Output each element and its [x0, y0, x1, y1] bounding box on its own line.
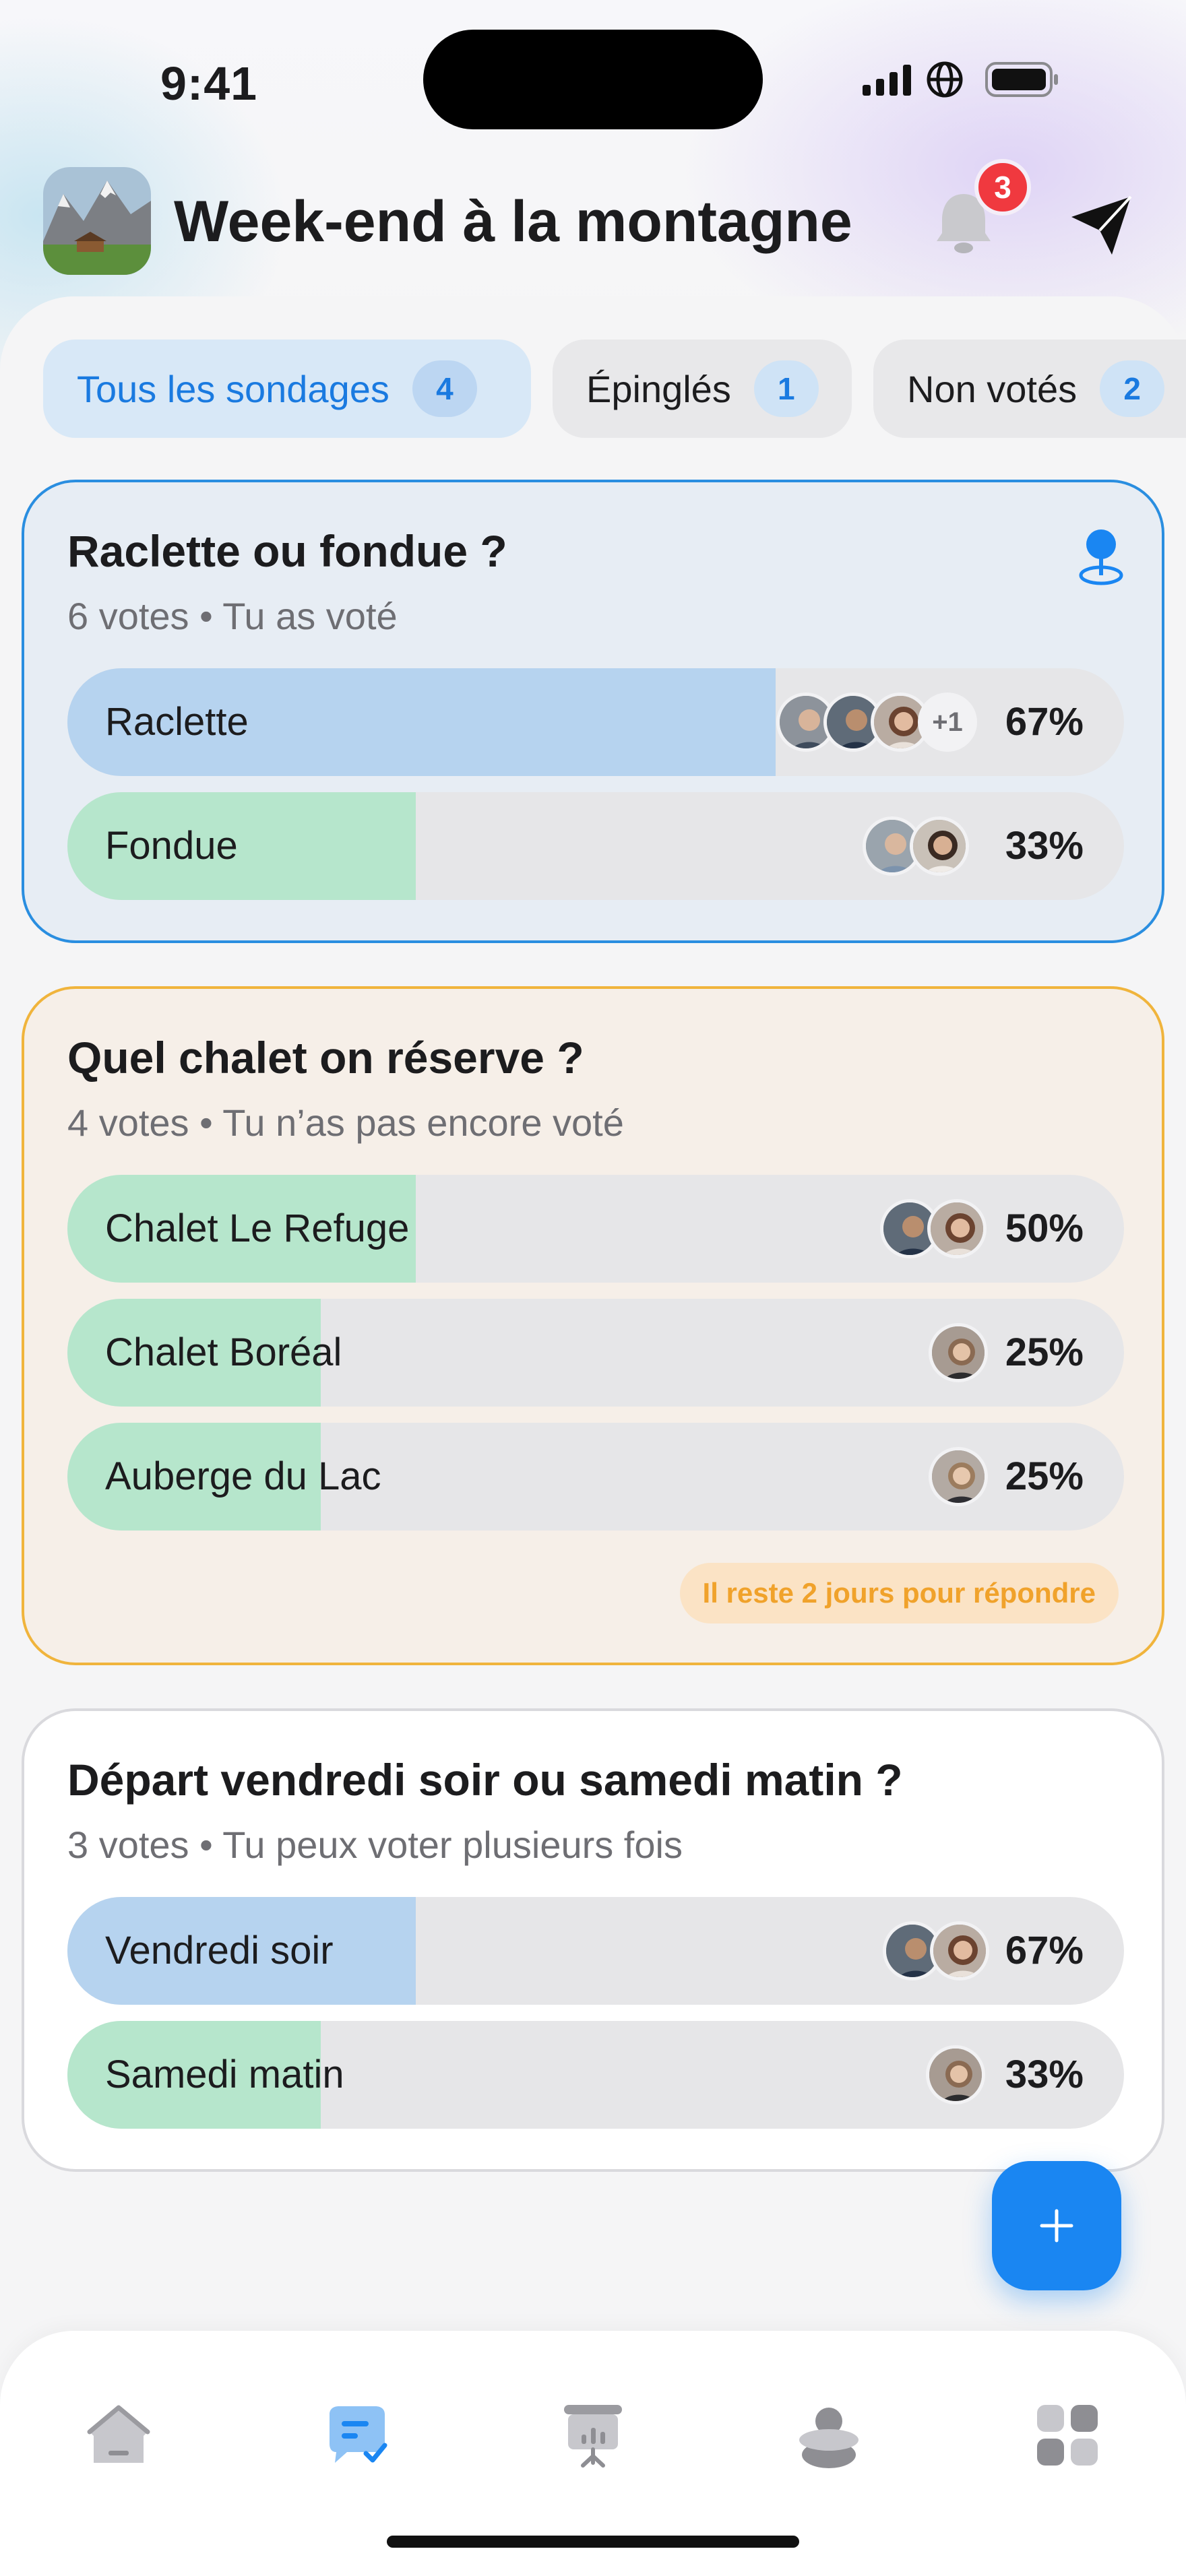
poll-title: Départ vendredi soir ou samedi matin ? — [67, 1755, 903, 1805]
avatar — [927, 1199, 987, 1258]
voter-avatars: +1 — [776, 693, 977, 752]
poll-subtitle: 3 votes • Tu peux voter plusieurs fois — [67, 1824, 683, 1866]
pin-icon[interactable] — [1073, 525, 1129, 586]
more-voters-count: +1 — [918, 693, 977, 752]
poll-subtitle: 6 votes • Tu as voté — [67, 595, 398, 637]
voter-avatars — [929, 1447, 988, 1506]
filter-chip-not-voted[interactable]: Non votés 2 — [873, 340, 1186, 438]
avatar — [929, 1323, 988, 1382]
filter-chip-label: Non votés — [907, 367, 1078, 410]
poll-card[interactable]: Départ vendredi soir ou samedi matin ? 3… — [22, 1708, 1164, 2172]
group-avatar[interactable] — [43, 167, 151, 275]
filter-chip-count: 4 — [412, 360, 477, 417]
voter-avatars — [880, 1199, 987, 1258]
option-percent: 50% — [1005, 1206, 1084, 1250]
option-percent: 67% — [1005, 1929, 1084, 1972]
option-label: Chalet Boréal — [105, 1330, 342, 1374]
battery-icon — [985, 62, 1058, 97]
poll-card[interactable]: Raclette ou fondue ? 6 votes • Tu as vot… — [22, 480, 1164, 943]
filter-chip-all[interactable]: Tous les sondages 4 — [43, 340, 531, 438]
avatar — [929, 1447, 988, 1506]
signal-icon — [863, 65, 911, 96]
plus-icon — [1040, 2209, 1073, 2243]
share-button[interactable] — [1058, 182, 1142, 265]
home-icon — [87, 2405, 150, 2463]
apps-icon — [1037, 2405, 1098, 2466]
voter-avatars — [926, 2045, 985, 2104]
option-label: Fondue — [105, 824, 238, 868]
poll-option[interactable]: Fondue 33% — [67, 792, 1124, 900]
option-percent: 33% — [1005, 824, 1084, 868]
avatar — [926, 2045, 985, 2104]
tab-apps[interactable] — [1020, 2391, 1115, 2479]
voter-avatars — [883, 1921, 989, 1981]
notification-badge: 3 — [974, 159, 1031, 216]
option-label: Auberge du Lac — [105, 1454, 381, 1498]
avatar — [930, 1921, 989, 1981]
presentation-icon — [564, 2405, 622, 2468]
add-poll-button[interactable] — [992, 2161, 1121, 2290]
poll-option[interactable]: Samedi matin 33% — [67, 2021, 1124, 2129]
paper-plane-icon — [1071, 195, 1132, 255]
option-percent: 25% — [1005, 1330, 1084, 1374]
poll-title: Raclette ou fondue ? — [67, 526, 507, 576]
tab-people[interactable] — [782, 2391, 876, 2479]
filter-chip-label: Tous les sondages — [77, 367, 389, 410]
dynamic-island — [423, 30, 763, 129]
voter-avatars — [863, 816, 969, 876]
option-label: Raclette — [105, 700, 249, 744]
tab-polls[interactable] — [310, 2391, 404, 2479]
globe-icon — [927, 61, 963, 98]
option-label: Chalet Le Refuge — [105, 1206, 410, 1250]
option-percent: 67% — [1005, 700, 1084, 744]
voter-avatars — [929, 1323, 988, 1382]
people-icon — [799, 2408, 859, 2468]
option-percent: 33% — [1005, 2053, 1084, 2096]
tab-presentation[interactable] — [546, 2391, 640, 2479]
filter-chip-count: 2 — [1100, 360, 1165, 417]
poll-title: Quel chalet on réserve ? — [67, 1033, 584, 1083]
status-time: 9:41 — [160, 57, 258, 110]
poll-subtitle: 4 votes • Tu n’as pas encore voté — [67, 1101, 624, 1144]
page-title: Week-end à la montagne — [174, 189, 852, 254]
poll-card[interactable]: Quel chalet on réserve ? 4 votes • Tu n’… — [22, 986, 1164, 1665]
option-percent: 25% — [1005, 1454, 1084, 1498]
option-label: Vendredi soir — [105, 1929, 334, 1972]
poll-option[interactable]: Auberge du Lac 25% — [67, 1423, 1124, 1531]
tab-home[interactable] — [71, 2391, 166, 2479]
status-bar: 9:41 — [0, 0, 1186, 155]
poll-option[interactable]: Vendredi soir 67% — [67, 1897, 1124, 2005]
avatar — [910, 816, 969, 876]
filter-chip-count: 1 — [753, 360, 819, 417]
filter-chips: Tous les sondages 4 Épinglés 1 Non votés… — [0, 337, 1186, 438]
filter-chip-pinned[interactable]: Épinglés 1 — [553, 340, 852, 438]
deadline-badge: Il reste 2 jours pour répondre — [679, 1563, 1119, 1623]
polls-icon — [330, 2406, 387, 2463]
poll-option[interactable]: Raclette +1 67% — [67, 668, 1124, 776]
poll-option[interactable]: Chalet Boréal 25% — [67, 1299, 1124, 1407]
home-indicator — [387, 2536, 799, 2548]
poll-option[interactable]: Chalet Le Refuge 50% — [67, 1175, 1124, 1283]
option-label: Samedi matin — [105, 2053, 344, 2096]
mountain-photo-icon — [43, 167, 151, 275]
filter-chip-label: Épinglés — [586, 367, 731, 410]
